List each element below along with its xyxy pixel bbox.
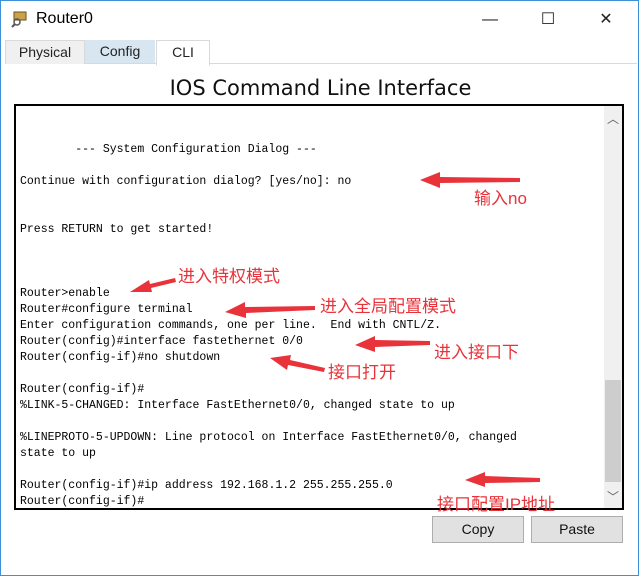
tab-bar: Physical Config CLI bbox=[5, 40, 637, 66]
window-title: Router0 bbox=[36, 10, 93, 27]
terminal-scrollbar[interactable]: ︿ ﹀ bbox=[604, 106, 622, 508]
scrollbar-thumb[interactable] bbox=[605, 380, 621, 482]
router-app-icon bbox=[11, 11, 27, 28]
annotation-global-config-mode: 进入全局配置模式 bbox=[320, 297, 456, 316]
annotation-enter-interface: 进入接口下 bbox=[434, 343, 519, 362]
annotation-ip-config: 接口配置IP地址 bbox=[437, 495, 556, 514]
scroll-up-icon[interactable]: ︿ bbox=[607, 110, 619, 127]
annotation-interface-up: 接口打开 bbox=[328, 363, 396, 382]
cli-terminal[interactable]: --- System Configuration Dialog --- Cont… bbox=[14, 104, 624, 510]
paste-button[interactable]: Paste bbox=[531, 516, 623, 543]
annotation-privileged-mode: 进入特权模式 bbox=[178, 267, 280, 286]
close-button[interactable]: ✕ bbox=[591, 7, 621, 33]
annotation-input-no: 输入no bbox=[474, 189, 527, 208]
tab-cli[interactable]: CLI bbox=[156, 40, 210, 66]
minimize-button[interactable]: — bbox=[475, 7, 505, 33]
title-bar[interactable]: Router0 — ☐ ✕ bbox=[1, 1, 638, 39]
copy-button[interactable]: Copy bbox=[432, 516, 524, 543]
maximize-button[interactable]: ☐ bbox=[533, 7, 563, 33]
tab-physical[interactable]: Physical bbox=[5, 40, 85, 64]
tab-config[interactable]: Config bbox=[85, 40, 155, 63]
scroll-down-icon[interactable]: ﹀ bbox=[607, 488, 619, 505]
page-title: IOS Command Line Interface bbox=[169, 76, 472, 100]
